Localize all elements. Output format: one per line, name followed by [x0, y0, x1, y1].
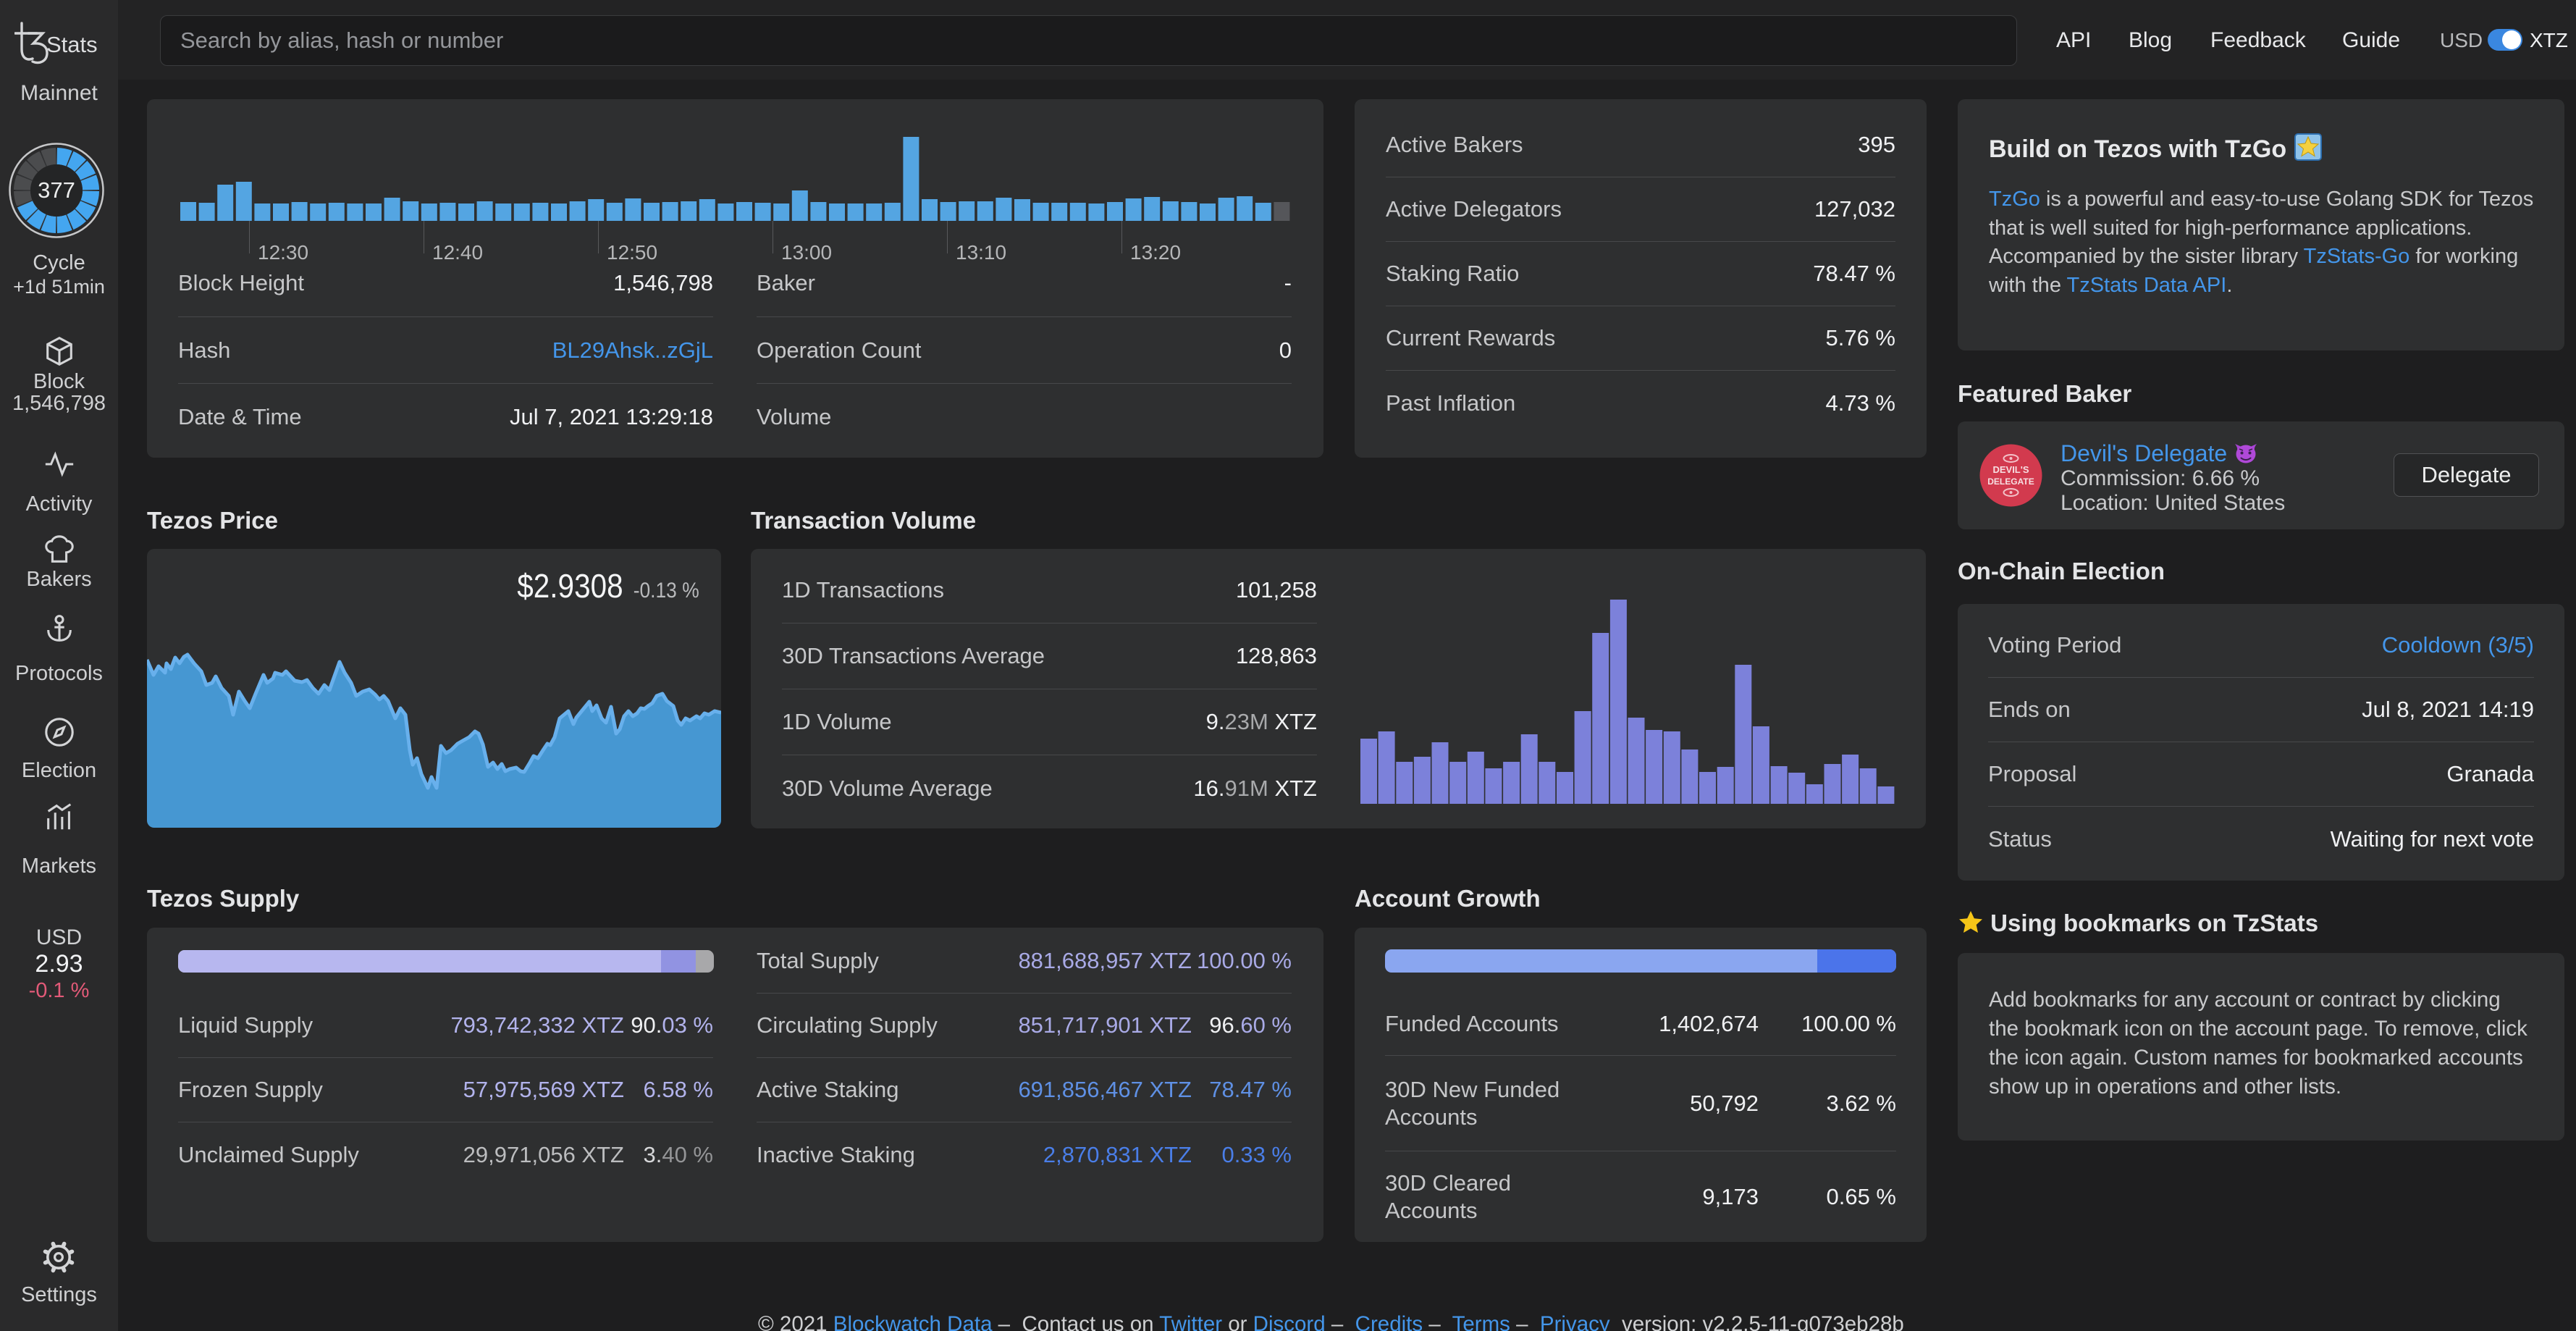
svg-text:DELEGATE: DELEGATE: [1987, 476, 2034, 487]
svg-text:DEVIL'S: DEVIL'S: [1992, 464, 2029, 475]
